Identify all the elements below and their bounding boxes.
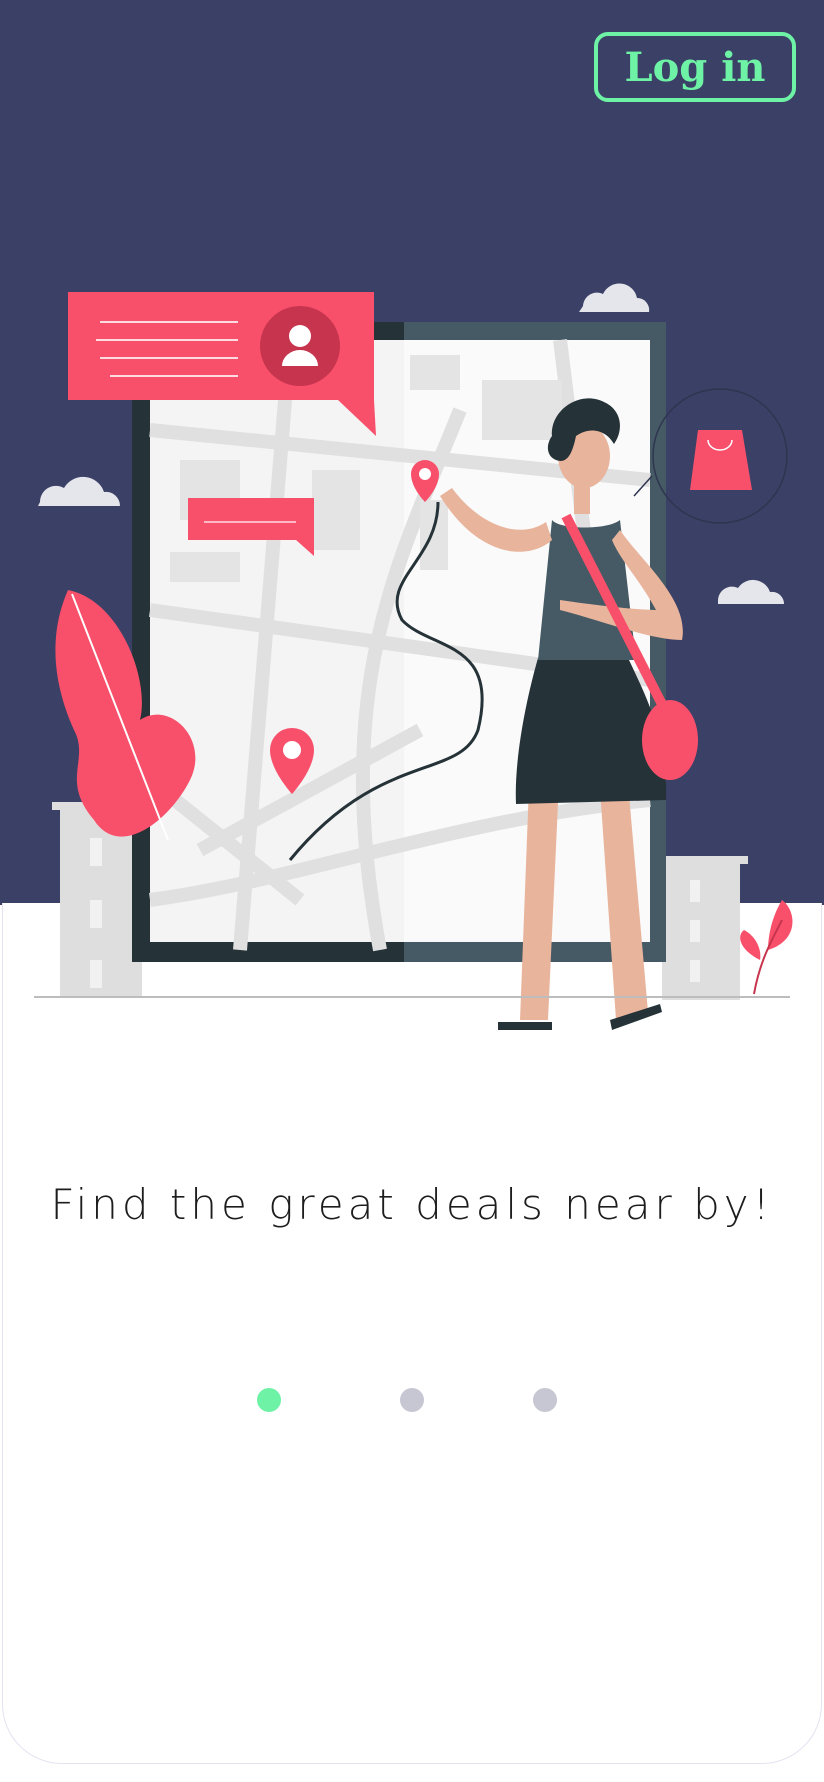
onboarding-illustration	[34, 283, 793, 1030]
onboarding-tagline: Find the great deals near by!	[50, 1180, 774, 1229]
login-button[interactable]: Log in	[594, 32, 796, 102]
page-indicator	[0, 1388, 824, 1412]
page-dot-1[interactable]	[257, 1388, 281, 1412]
page-dot-3[interactable]	[533, 1388, 557, 1412]
leaf-icon	[740, 900, 793, 995]
page-dot-2[interactable]	[400, 1388, 424, 1412]
